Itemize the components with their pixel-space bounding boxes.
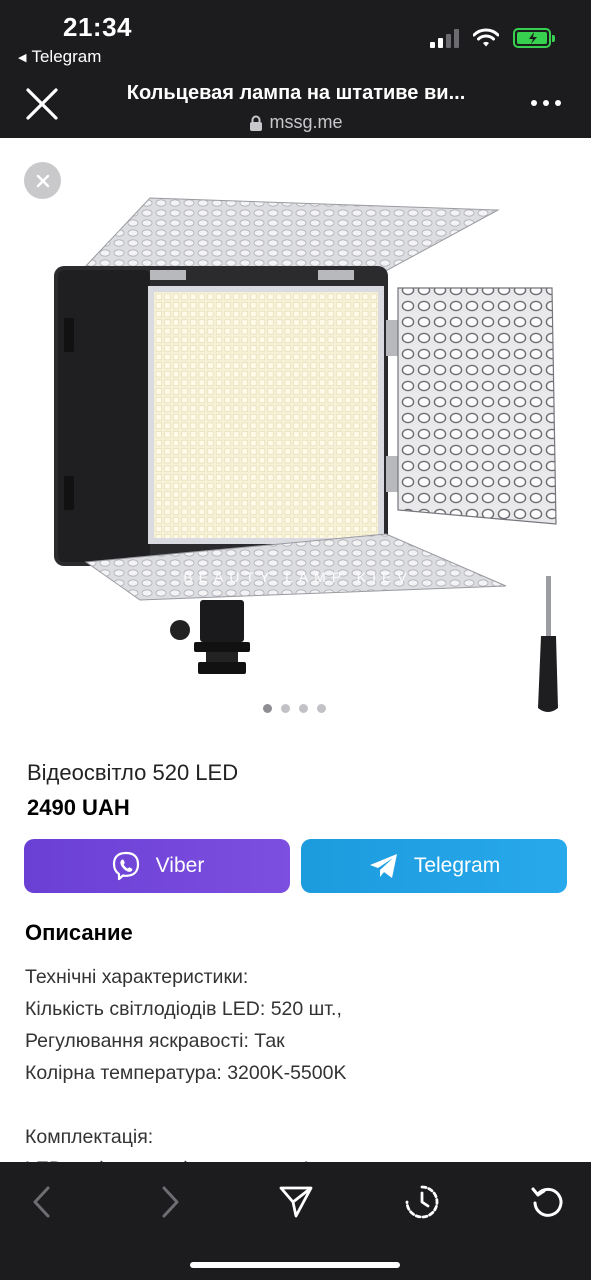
description-line: Комплектація: [25,1126,154,1148]
gallery-dot[interactable] [299,704,308,713]
viber-icon [112,851,139,881]
product-image-gallery[interactable]: BEAUTY LAMP KIEV [0,138,591,728]
more-icon[interactable] [531,100,561,106]
description-line: Колірна температура: 3200K-5500K [25,1062,347,1084]
back-app-label: Telegram [31,47,102,66]
description-line: LED освітлювач зі шторками - 1 шт. [25,1153,565,1162]
wifi-icon [473,28,499,47]
page-title: Кольцевая лампа на штативе ви... [126,82,466,104]
back-arrow-icon[interactable] [22,1182,62,1222]
description-line [25,1089,565,1121]
history-icon[interactable] [402,1182,442,1222]
back-triangle-icon: ◀ [18,51,27,64]
gallery-dot[interactable] [317,704,326,713]
close-icon[interactable] [24,86,60,122]
lock-icon [250,115,263,131]
gallery-dot[interactable] [281,704,290,713]
description-line: Регулювання яскравості: Так [25,1030,285,1052]
reload-icon[interactable] [528,1182,568,1222]
browser-header: 21:34 ◀ Telegram Кольцевая лампа на штат… [0,0,591,138]
telegram-label: Telegram [413,854,501,877]
description-line: Технічні характеристики: [25,966,249,988]
gallery-dot[interactable] [263,704,272,713]
send-icon[interactable] [276,1182,316,1222]
description-title: Описание [25,920,133,945]
domain-label: mssg.me [269,112,343,132]
forward-arrow-icon[interactable] [150,1182,190,1222]
telegram-button[interactable]: Telegram [301,839,567,893]
description-text: Технічні характеристики: Кількість світл… [25,961,565,1162]
viber-label: Viber [155,854,205,877]
product-name: Відеосвітло 520 LED [27,760,239,785]
battery-icon [513,28,555,48]
page-content: BEAUTY LAMP KIEV Відеосвітло 520 LED 249… [0,138,591,1162]
back-to-app-link[interactable]: ◀ Telegram [18,47,101,67]
gallery-pagination[interactable] [263,704,326,713]
product-price: 2490 UAH [27,795,130,820]
signal-icon [430,28,459,48]
telegram-icon [369,854,397,878]
page-domain: mssg.me [100,112,492,133]
watermark: BEAUTY LAMP KIEV [183,569,412,585]
status-icons [430,28,555,48]
home-indicator[interactable] [190,1262,400,1268]
browser-toolbar [0,1162,591,1280]
viber-button[interactable]: Viber [24,839,290,893]
product-image: BEAUTY LAMP KIEV [54,197,558,712]
description-line: Кількість світлодіодів LED: 520 шт., [25,998,342,1020]
gallery-close-icon[interactable] [24,162,61,199]
status-time: 21:34 [63,12,132,42]
